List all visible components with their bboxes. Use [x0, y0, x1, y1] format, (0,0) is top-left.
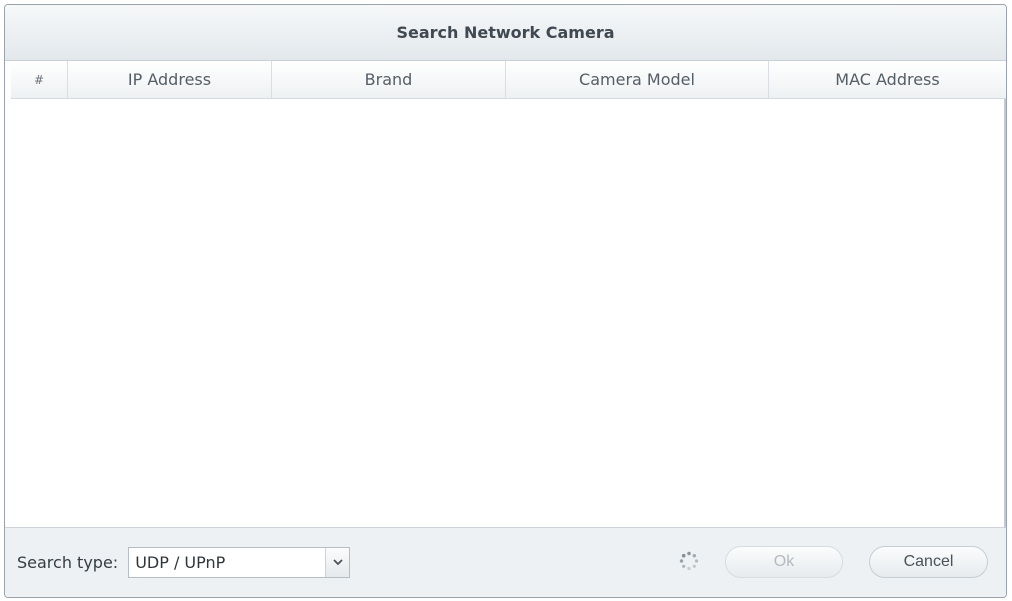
loading-spinner-icon: [679, 551, 699, 571]
dialog-title: Search Network Camera: [396, 23, 615, 42]
cancel-button[interactable]: Cancel: [869, 546, 988, 578]
ok-button[interactable]: Ok: [725, 546, 843, 578]
search-type-select[interactable]: UDP / UPnP: [128, 547, 351, 578]
dialog-footer: Search type: UDP / UPnP Ok Cancel: [5, 527, 1006, 597]
chevron-down-icon[interactable]: [325, 548, 350, 577]
column-header-mac-address[interactable]: MAC Address: [769, 61, 1006, 98]
search-network-camera-dialog: Search Network Camera # IP Address Brand…: [4, 4, 1007, 598]
camera-table-header: # IP Address Brand Camera Model MAC Addr…: [11, 61, 1006, 99]
column-header-camera-model[interactable]: Camera Model: [506, 61, 769, 98]
camera-table-body[interactable]: [5, 99, 1006, 529]
column-header-brand[interactable]: Brand: [272, 61, 506, 98]
search-type-value: UDP / UPnP: [135, 553, 226, 572]
column-header-number[interactable]: #: [11, 61, 68, 98]
search-type-label: Search type:: [17, 553, 119, 572]
column-header-ip-address[interactable]: IP Address: [68, 61, 272, 98]
dialog-titlebar: Search Network Camera: [5, 5, 1006, 61]
